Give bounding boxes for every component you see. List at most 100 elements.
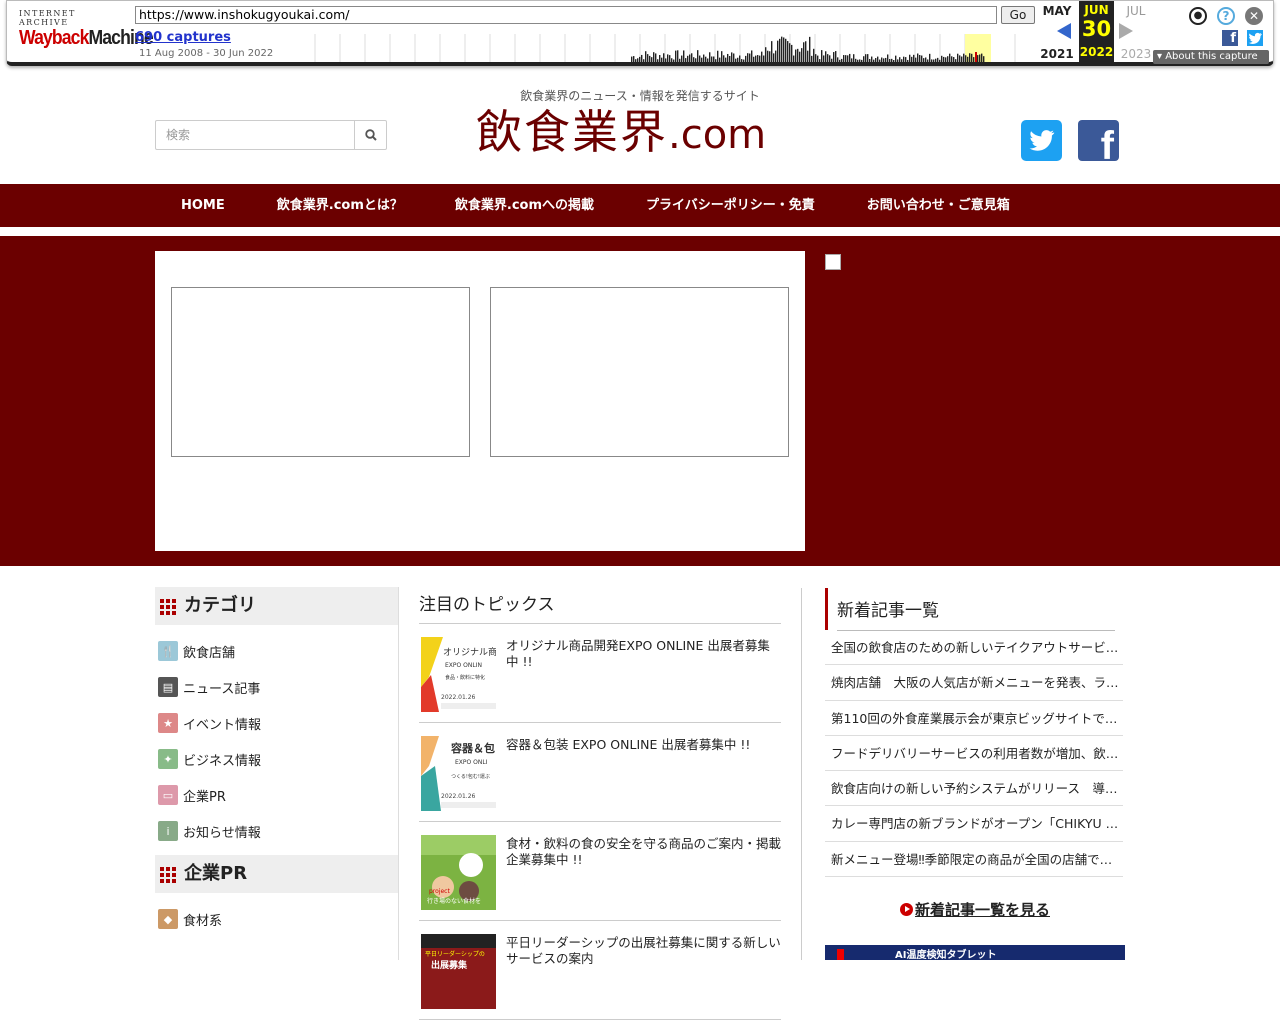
recent-article-link[interactable]: 飲食店向けの新しい予約システムがリリース 導入店舗数が全国で拡大中の [825, 771, 1123, 807]
capture-bar [929, 53, 931, 62]
hero-slot-right[interactable] [490, 287, 789, 457]
capture-bar [979, 54, 981, 62]
capture-bar [679, 58, 681, 62]
nav-item-privacy[interactable]: プライバシーポリシー・免責 [620, 184, 841, 227]
sidebar-item-restaurants[interactable]: 🍴 飲食店舗 [155, 633, 398, 669]
capture-bar [699, 55, 701, 62]
capture-bar [949, 53, 951, 62]
recent-article-link[interactable]: 焼肉店舗 大阪の人気店が新メニューを発表、ランチセットの提供を開始 [825, 665, 1123, 701]
capture-bar [823, 55, 825, 62]
capture-bar [931, 59, 933, 62]
recent-article-link[interactable]: カレー専門店の新ブランドがオープン「CHIKYU MASALA」 新宿に出店 [825, 806, 1123, 842]
capture-bar [819, 59, 821, 62]
capture-bar [877, 56, 879, 62]
search-input[interactable]: 検索 [156, 121, 355, 149]
recent-article-link[interactable]: 全国の飲食店のための新しいテイクアウトサービスが開始 売上向上を目指す [825, 630, 1123, 666]
nav-divider [0, 227, 1280, 236]
about-capture-button[interactable]: ▾ About this capture [1153, 50, 1269, 64]
hero-slot-left[interactable] [171, 287, 470, 457]
prev-month-label[interactable]: MAY [1040, 4, 1074, 18]
grid-icon [160, 599, 176, 615]
capture-bar [907, 59, 909, 62]
capture-bar [743, 59, 745, 62]
capture-bar [915, 57, 917, 62]
news-item[interactable]: 容器＆包 EXPO ONLI つくる!包む!運ぶ 2022.01.26 容器＆包装 E… [419, 723, 781, 822]
capture-bar [831, 58, 833, 62]
sidebar-item-notices[interactable]: i お知らせ情報 [155, 813, 398, 849]
capture-bar [693, 57, 695, 62]
capture-bar [635, 59, 637, 62]
news-thumbnail[interactable]: オリジナル商品 EXPO ONLIN 食品・飲料に特化 2022.01.26 [421, 637, 496, 712]
wayback-go-button[interactable]: Go [1001, 6, 1035, 24]
svg-text:EXPO ONLIN: EXPO ONLIN [445, 662, 482, 669]
sidebar-item-news[interactable]: ▤ ニュース記事 [155, 669, 398, 705]
monitor-icon: ▭ [158, 785, 178, 805]
recent-article-link[interactable]: 新メニュー登場‼季節限定の商品が全国の店舗で販売開始、人気店舗の第2弾 [825, 842, 1123, 878]
capture-bar [745, 55, 747, 62]
more-articles-link[interactable]: 新着記事一覧を見る [825, 899, 1125, 920]
facebook-share-icon[interactable]: f [1222, 30, 1238, 46]
main-nav: HOME 飲食業界.comとは？ 飲食業界.comへの掲載 プライバシーポリシー… [0, 184, 1280, 227]
capture-bar [783, 37, 785, 62]
capture-bar [801, 48, 803, 62]
capture-bar [969, 53, 971, 62]
capture-bar [789, 43, 791, 62]
nav-item-contact[interactable]: お問い合わせ・ご意見箱 [841, 184, 1036, 227]
broken-image-icon[interactable] [825, 254, 841, 270]
prev-capture-arrow-icon[interactable] [1057, 23, 1071, 39]
capture-sparkline[interactable] [309, 34, 1035, 62]
next-year-label: 2023 [1120, 47, 1152, 61]
facebook-icon[interactable]: f [1078, 120, 1119, 161]
capture-bar [951, 56, 953, 62]
capture-bar [687, 55, 689, 62]
sidebar-item-business[interactable]: ✦ ビジネス情報 [155, 741, 398, 777]
recent-article-link[interactable]: 第110回の外食産業展示会が東京ビッグサイトで開催されることが決定しました [825, 701, 1123, 736]
news-thumbnail[interactable]: project 行き場のない食材を [421, 835, 496, 910]
news-item[interactable]: project 行き場のない食材を 食材・飲料の食の安全を守る商品のご案内・掲載企… [419, 822, 781, 921]
sidebar-item-events[interactable]: ★ イベント情報 [155, 705, 398, 741]
capture-bar [853, 54, 855, 62]
news-thumbnail[interactable]: 容器＆包 EXPO ONLI つくる!包む!運ぶ 2022.01.26 [421, 736, 496, 811]
svg-text:つくる!包む!運ぶ: つくる!包む!運ぶ [451, 773, 490, 780]
site-logo[interactable]: 飲食業界.com [476, 104, 766, 163]
event-icon: ★ [158, 713, 178, 733]
user-icon[interactable]: ● [1189, 7, 1207, 25]
capture-bar [911, 56, 913, 62]
svg-text:出展募集: 出展募集 [431, 959, 468, 971]
prev-year-label[interactable]: 2021 [1040, 47, 1074, 61]
capture-bar [887, 54, 889, 62]
news-item[interactable]: 平日リーダーシップの 出展募集 平日リーダーシップの出展社募集に関する新しいサービ… [419, 921, 781, 1020]
capture-bar [735, 58, 737, 62]
capture-bar [981, 53, 983, 62]
close-icon[interactable]: ✕ [1245, 7, 1263, 25]
ad-banner[interactable]: AI温度検知タブレット [825, 945, 1125, 960]
twitter-icon[interactable] [1021, 120, 1062, 161]
wayback-url-input[interactable]: https://www.inshokugyoukai.com/ [135, 6, 997, 24]
news-thumbnail[interactable]: 平日リーダーシップの 出展募集 [421, 934, 496, 1009]
search-icon [364, 129, 377, 141]
news-item[interactable]: オリジナル商品 EXPO ONLIN 食品・飲料に特化 2022.01.26 オリジナ… [419, 624, 781, 723]
newspaper-icon: ▤ [158, 677, 178, 697]
help-icon[interactable]: ? [1217, 7, 1235, 25]
wayback-logo[interactable]: INTERNET ARCHIVE WaybackMachine [19, 9, 154, 49]
captures-link[interactable]: 690 captures [135, 30, 231, 45]
nav-item-home[interactable]: HOME [155, 184, 251, 227]
capture-bar [725, 57, 727, 62]
sidebar-item-food[interactable]: ◆ 食材系 [155, 901, 398, 937]
capture-bar [859, 59, 861, 62]
search-button[interactable] [355, 121, 386, 149]
capture-bar [713, 56, 715, 62]
capture-bar [947, 56, 949, 62]
capture-bar [785, 38, 787, 62]
sidebar-heading: カテゴリ [155, 587, 398, 625]
capture-bar [747, 53, 749, 62]
hero-panel [155, 251, 805, 551]
nav-item-about[interactable]: 飲食業界.comとは？ [251, 184, 429, 227]
recent-article-link[interactable]: フードデリバリーサービスの利用者数が増加、飲食店の売上回復に貢献する [825, 736, 1123, 772]
capture-bar [873, 59, 875, 62]
capture-bar [943, 56, 945, 62]
nav-item-listing[interactable]: 飲食業界.comへの掲載 [429, 184, 620, 227]
twitter-share-icon[interactable] [1247, 30, 1263, 46]
sidebar-item-pr[interactable]: ▭ 企業PR [155, 777, 398, 813]
capture-bar [737, 57, 739, 62]
